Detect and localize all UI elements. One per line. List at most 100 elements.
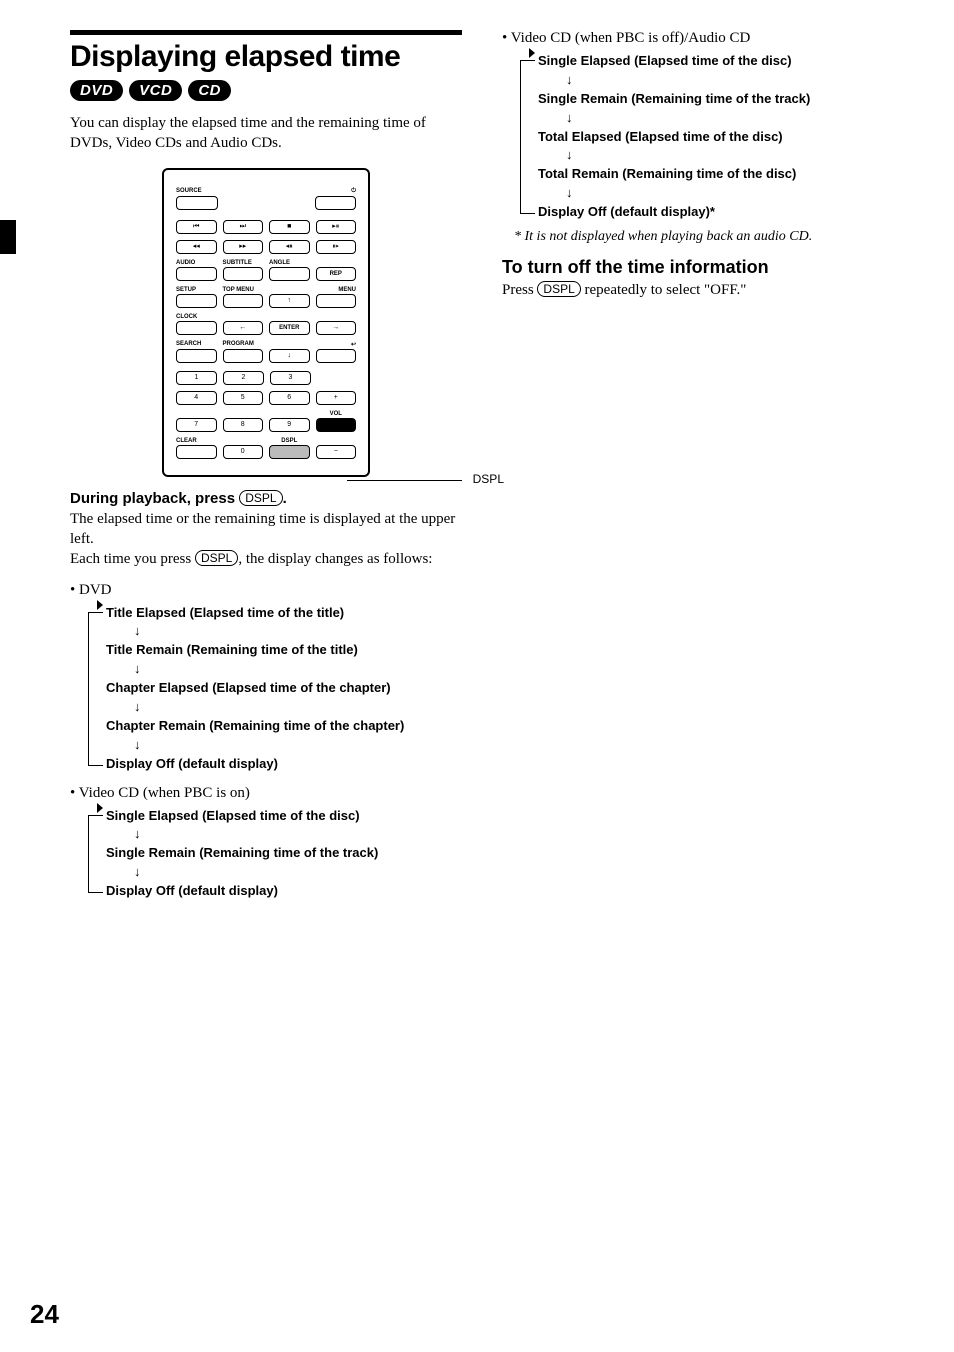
callout-dspl: DSPL: [473, 472, 504, 486]
arrow-icon: [97, 803, 103, 813]
lbl-search: SEARCH: [176, 341, 217, 348]
cycle-item: Title Remain (Remaining time of the titl…: [106, 642, 462, 659]
arrow-down-icon: ↓: [134, 623, 462, 640]
edge-tab: [0, 220, 16, 254]
badge-dvd: DVD: [70, 80, 123, 101]
arrow-down-icon: ↓: [566, 110, 894, 127]
left-column: Displaying elapsed time DVD VCD CD You c…: [30, 30, 462, 902]
btn: ↑: [269, 294, 310, 308]
lbl-vol: VOL: [316, 411, 357, 417]
footnote: * It is not displayed when playing back …: [514, 229, 894, 245]
btn: ⏭: [223, 220, 264, 234]
remote-figure: SOURCE⏻ ⏮⏭■▸⏸ ◂◂▸▸◂⏸⏸▸ AUDIOSUBTITLEANGL…: [70, 168, 462, 477]
cycle-vcd-pbc-off: Single Elapsed (Elapsed time of the disc…: [520, 53, 894, 221]
badge-cd: CD: [188, 80, 231, 101]
lbl-setup: SETUP: [176, 287, 217, 293]
btn-enter: ENTER: [269, 321, 310, 335]
btn: →: [316, 321, 357, 335]
btn: ←: [223, 321, 264, 335]
btn: [223, 267, 264, 281]
page-number: 24: [30, 1299, 59, 1330]
btn: [176, 294, 217, 308]
arrow-down-icon: ↓: [134, 826, 462, 843]
cycle-item: Total Remain (Remaining time of the disc…: [538, 166, 894, 183]
btn-1: 1: [176, 371, 217, 385]
section-rule: [70, 30, 462, 35]
remote-body: SOURCE⏻ ⏮⏭■▸⏸ ◂◂▸▸◂⏸⏸▸ AUDIOSUBTITLEANGL…: [162, 168, 370, 477]
btn: ▸▸: [223, 240, 264, 254]
cycle-vcd-pbc-on: Single Elapsed (Elapsed time of the disc…: [88, 808, 462, 900]
btn-vol: [316, 418, 357, 432]
dspl-pill: DSPL: [239, 490, 282, 506]
btn-rep: REP: [316, 267, 357, 281]
btn-2: 2: [223, 371, 264, 385]
btn: [223, 349, 264, 363]
cycle-bracket: [520, 60, 535, 214]
btn-plus: +: [316, 391, 357, 405]
arrow-down-icon: ↓: [566, 147, 894, 164]
btn: ◂⏸: [269, 240, 310, 254]
arrow-icon: [97, 600, 103, 610]
cycle-item: Title Elapsed (Elapsed time of the title…: [106, 605, 462, 622]
btn-dspl: [269, 445, 310, 459]
turn-off-heading: To turn off the time information: [502, 257, 894, 278]
cycle-item: Single Elapsed (Elapsed time of the disc…: [106, 808, 462, 825]
arrow-down-icon: ↓: [134, 661, 462, 678]
cycle-item: Single Remain (Remaining time of the tra…: [538, 91, 894, 108]
btn-7: 7: [176, 418, 217, 432]
btn: ■: [269, 220, 310, 234]
cycle-dvd: Title Elapsed (Elapsed time of the title…: [88, 605, 462, 773]
arrow-down-icon: ↓: [134, 737, 462, 754]
lbl-angle: ANGLE: [269, 260, 310, 266]
btn: [315, 196, 357, 210]
btn: ⏮: [176, 220, 217, 234]
badge-vcd: VCD: [129, 80, 182, 101]
arrow-down-icon: ↓: [134, 864, 462, 881]
bullet-dvd: • DVD: [70, 582, 462, 599]
cycle-item: Display Off (default display)*: [538, 204, 894, 221]
arrow-down-icon: ↓: [566, 185, 894, 202]
lbl-dspl: DSPL: [269, 438, 310, 444]
btn: [269, 267, 310, 281]
disc-badges: DVD VCD CD: [70, 80, 462, 101]
step-body-2a: Each time you press: [70, 551, 195, 567]
btn-3: 3: [270, 371, 311, 385]
btn: ⏸▸: [316, 240, 357, 254]
btn-8: 8: [223, 418, 264, 432]
dspl-pill-2: DSPL: [195, 550, 238, 566]
btn-6: 6: [269, 391, 310, 405]
step-head: During playback, press: [70, 490, 239, 507]
arrow-down-icon: ↓: [566, 72, 894, 89]
btn-0: 0: [223, 445, 264, 459]
arrow-icon: [529, 48, 535, 58]
lbl-power: ⏻: [316, 188, 357, 195]
cycle-bracket: [88, 815, 103, 893]
btn: [316, 294, 357, 308]
page-title: Displaying elapsed time: [70, 40, 462, 74]
btn: [176, 196, 218, 210]
lbl-clock: CLOCK: [176, 314, 217, 320]
btn: [316, 349, 357, 363]
lbl-program: PROGRAM: [223, 341, 264, 348]
step-body-2b: , the display changes as follows:: [238, 551, 432, 567]
btn: [176, 267, 217, 281]
btn: [223, 294, 264, 308]
btn: [176, 321, 217, 335]
cycle-item: Total Elapsed (Elapsed time of the disc): [538, 129, 894, 146]
step-instruction: During playback, press DSPL. The elapsed…: [70, 489, 462, 570]
btn: [176, 445, 217, 459]
btn-minus: −: [316, 445, 357, 459]
btn-5: 5: [223, 391, 264, 405]
cycle-item: Single Remain (Remaining time of the tra…: [106, 845, 462, 862]
lbl-source: SOURCE: [176, 188, 217, 195]
lbl-subtitle: SUBTITLE: [223, 260, 264, 266]
step-tail: .: [283, 490, 287, 507]
btn: [176, 349, 217, 363]
lbl-audio: AUDIO: [176, 260, 217, 266]
cycle-item: Chapter Remain (Remaining time of the ch…: [106, 718, 462, 735]
bullet-vcd-pbc-on: • Video CD (when PBC is on): [70, 785, 462, 802]
btn-9: 9: [269, 418, 310, 432]
lbl-topmenu: TOP MENU: [223, 287, 264, 293]
cycle-item: Display Off (default display): [106, 756, 462, 773]
cycle-item: Display Off (default display): [106, 883, 462, 900]
